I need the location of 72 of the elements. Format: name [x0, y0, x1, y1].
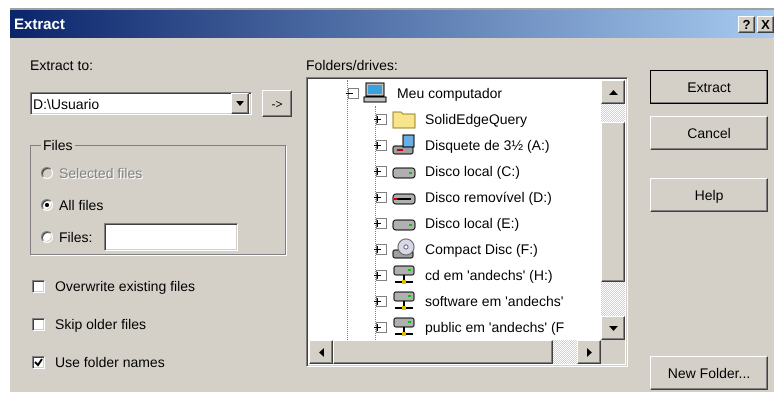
network-drive-icon [391, 290, 417, 312]
path-dropdown[interactable]: D:\Usuario [30, 92, 252, 115]
dialog-button[interactable]: Extract [650, 70, 768, 104]
expand-toggle[interactable] [376, 270, 387, 280]
computer-icon [363, 82, 389, 104]
tree-item[interactable]: Disquete de 3½ (A:) [425, 137, 550, 153]
plus-icon [374, 142, 381, 148]
checkbox[interactable] [32, 280, 45, 292]
field-label: Folders/drives: [306, 56, 399, 75]
plus-icon [374, 324, 381, 330]
right-arrow-icon [586, 348, 592, 356]
window-title: Extract [14, 16, 66, 32]
expand-toggle[interactable] [376, 218, 387, 228]
group-title: Files [42, 137, 74, 153]
radio-button[interactable] [41, 231, 53, 243]
checkbox-label[interactable]: Skip older files [55, 316, 146, 332]
expand-toggle[interactable] [376, 296, 387, 306]
scrollbar-corner [601, 340, 625, 364]
scroll-down-button[interactable] [601, 316, 625, 340]
dropdown-button[interactable] [231, 93, 249, 114]
plus-icon [374, 116, 381, 122]
caret-icon [236, 101, 244, 106]
checkbox-label[interactable]: Use folder names [55, 354, 165, 370]
scroll-thumb[interactable] [601, 122, 625, 282]
dialog-button[interactable]: Help [650, 178, 768, 212]
tree-item[interactable]: SolidEdgeQuery [425, 111, 527, 127]
checkbox[interactable] [32, 356, 45, 368]
cd-drive-icon [391, 238, 417, 260]
plus-icon [374, 220, 381, 226]
expand-toggle[interactable] [376, 192, 387, 202]
tree-item[interactable]: software em 'andechs' [425, 293, 564, 309]
up-arrow-icon [608, 90, 618, 94]
plus-icon [374, 272, 381, 278]
help-button[interactable]: ? [738, 16, 755, 32]
scroll-thumb[interactable] [333, 340, 553, 364]
floppy-drive-icon [391, 134, 417, 156]
files-input-field[interactable] [104, 223, 238, 251]
plus-icon [374, 194, 381, 200]
scroll-up-button[interactable] [601, 80, 625, 104]
radio-button[interactable] [41, 199, 53, 211]
tree-item[interactable]: Disco removível (D:) [425, 189, 552, 205]
collapse-toggle[interactable] [348, 88, 359, 98]
checkbox-label[interactable]: Overwrite existing files [55, 278, 196, 294]
tree-item[interactable]: Compact Disc (F:) [425, 241, 538, 257]
tree-item[interactable]: Disco local (C:) [425, 163, 520, 179]
field-label: Extract to: [30, 56, 94, 75]
tree-item[interactable]: Meu computador [397, 85, 502, 101]
browse-button[interactable]: -> [262, 90, 292, 117]
left-arrow-icon [318, 348, 324, 356]
scroll-right-button[interactable] [577, 340, 601, 364]
down-arrow-icon [608, 326, 618, 330]
plus-icon [374, 246, 381, 252]
radio-label[interactable]: All files [59, 197, 104, 213]
network-drive-icon [391, 264, 417, 286]
tree-item[interactable]: public em 'andechs' (F [425, 319, 564, 335]
network-drive-icon [391, 316, 417, 338]
tree-item[interactable]: Disco local (E:) [425, 215, 520, 231]
expand-toggle[interactable] [376, 140, 387, 150]
radio-label[interactable]: Files: [59, 229, 92, 245]
expand-toggle[interactable] [376, 322, 387, 332]
plus-icon [374, 298, 381, 304]
dialog-button[interactable]: Cancel [650, 116, 768, 150]
scroll-left-button[interactable] [309, 340, 333, 364]
plus-icon [374, 168, 381, 174]
check-icon [34, 358, 43, 366]
expand-toggle[interactable] [376, 114, 387, 124]
expand-toggle[interactable] [376, 166, 387, 176]
checkbox[interactable] [32, 318, 45, 330]
tree-item[interactable]: cd em 'andechs' (H:) [425, 267, 553, 283]
close-button[interactable]: X [757, 16, 774, 32]
new-folder-button[interactable]: New Folder... [650, 356, 768, 390]
expand-toggle[interactable] [376, 244, 387, 254]
